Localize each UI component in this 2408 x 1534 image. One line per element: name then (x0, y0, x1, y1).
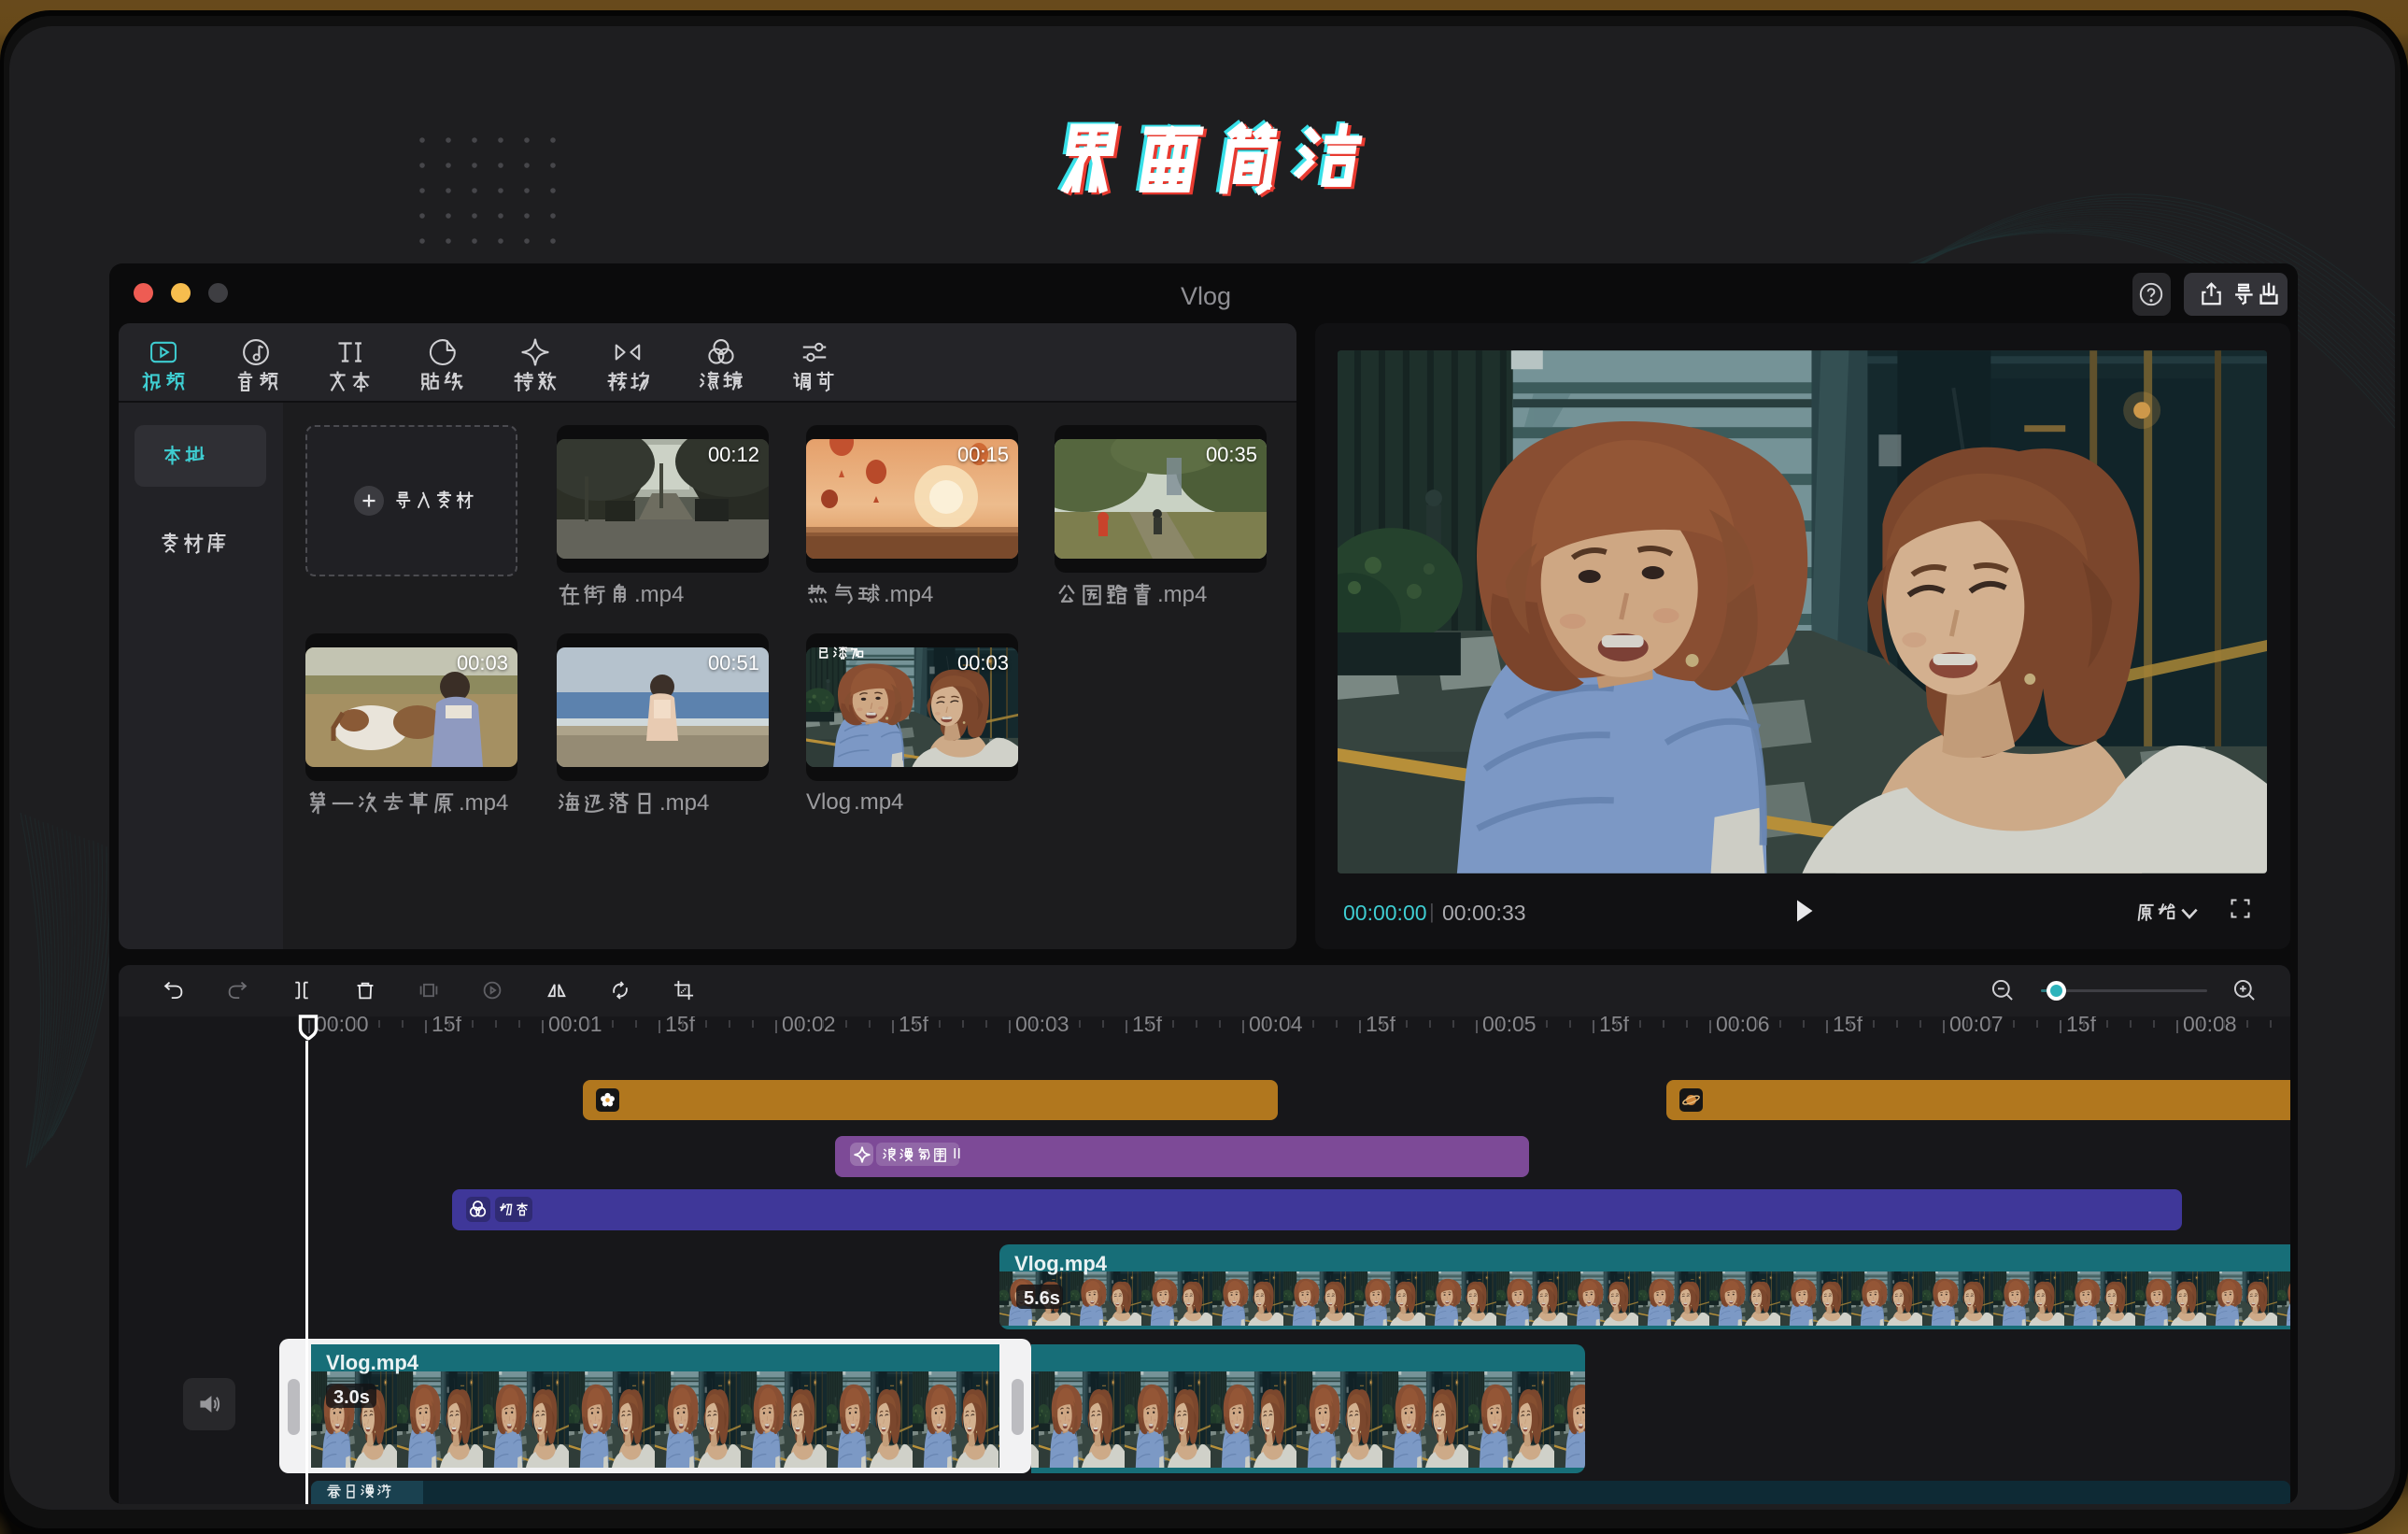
svg-text:15f: 15f (1132, 1016, 1163, 1036)
svg-text:15f: 15f (899, 1016, 929, 1036)
svg-text:00:02: 00:02 (782, 1016, 836, 1036)
svg-text:00:03: 00:03 (1015, 1016, 1069, 1036)
svg-text:00:07: 00:07 (1949, 1016, 2004, 1036)
svg-text:15f: 15f (1833, 1016, 1863, 1036)
svg-text:15f: 15f (1366, 1016, 1396, 1036)
svg-text:00:00: 00:00 (315, 1016, 369, 1036)
svg-text:00:06: 00:06 (1716, 1016, 1770, 1036)
svg-text:15f: 15f (2066, 1016, 2097, 1036)
svg-text:00:01: 00:01 (548, 1016, 602, 1036)
svg-text:15f: 15f (432, 1016, 462, 1036)
svg-text:15f: 15f (665, 1016, 696, 1036)
svg-text:00:04: 00:04 (1249, 1016, 1303, 1036)
svg-text:00:05: 00:05 (1482, 1016, 1537, 1036)
svg-text:15f: 15f (1599, 1016, 1630, 1036)
svg-text:00:08: 00:08 (2183, 1016, 2237, 1036)
